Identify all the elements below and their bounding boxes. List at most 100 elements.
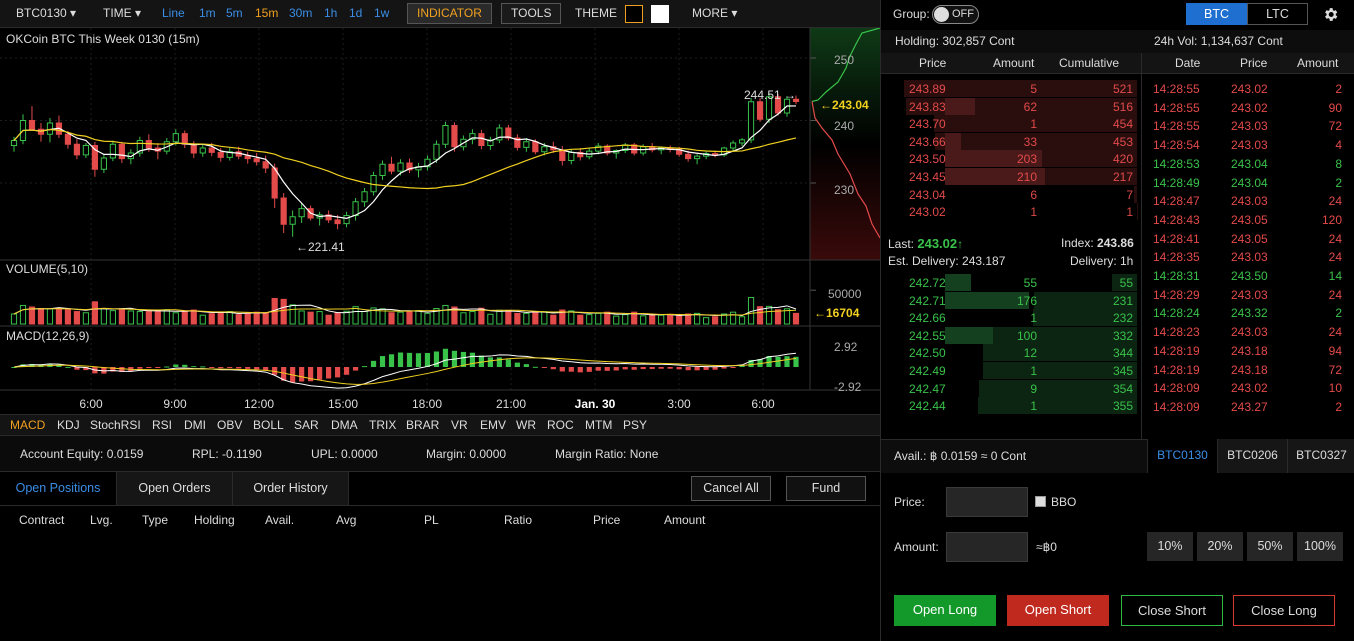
close-long-button[interactable]: Close Long (1233, 595, 1335, 626)
ask-row[interactable]: 243.50 203 420 (889, 150, 1137, 168)
indicator-stochrsi[interactable]: StochRSI (90, 418, 141, 432)
group-toggle[interactable]: OFF (932, 5, 979, 24)
volume-bar (64, 309, 72, 325)
coin-tab-ltc[interactable]: LTC (1247, 3, 1308, 25)
bbo-checkbox[interactable] (1035, 496, 1046, 507)
macd-histogram-bar (388, 354, 395, 367)
ask-row[interactable]: 243.89 5 521 (889, 80, 1137, 97)
theme-dark-swatch[interactable] (625, 5, 643, 23)
coin-tab-btc[interactable]: BTC (1186, 3, 1247, 25)
chart-title: OKCoin BTC This Week 0130 (15m) (6, 32, 200, 46)
price-input[interactable] (946, 487, 1028, 517)
book-cumulative: 454 (1112, 117, 1133, 132)
close-short-button[interactable]: Close Short (1121, 595, 1223, 626)
indicator-vr[interactable]: VR (451, 418, 468, 432)
book-cumulative: 521 (1112, 82, 1133, 96)
ask-row[interactable]: 243.70 1 454 (889, 115, 1137, 133)
tools-button[interactable]: TOOLS (501, 3, 562, 24)
contract-tab-btc0206[interactable]: BTC0206 (1217, 439, 1287, 473)
ask-row[interactable]: 243.45 210 217 (889, 168, 1137, 185)
indicator-wr[interactable]: WR (516, 418, 536, 432)
settings-gear-icon[interactable] (1322, 6, 1339, 23)
indicator-dma[interactable]: DMA (331, 418, 358, 432)
trade-row: 14:28:35 243.03 24 (1145, 248, 1354, 266)
book-col-amount: Amount (993, 56, 1035, 70)
macd-histogram-bar (487, 357, 493, 367)
bid-row[interactable]: 242.71 176 231 (889, 291, 1137, 309)
timeframe-30m[interactable]: 30m (289, 6, 312, 20)
fund-button[interactable]: Fund (786, 476, 866, 501)
timeframe-1d[interactable]: 1d (349, 6, 362, 20)
indicator-sar[interactable]: SAR (294, 418, 319, 432)
macd-histogram-bar (496, 357, 502, 367)
indicator-boll[interactable]: BOLL (253, 418, 284, 432)
timeframe-5m[interactable]: 5m (226, 6, 243, 20)
indicator-macd[interactable]: MACD (10, 418, 45, 432)
indicator-psy[interactable]: PSY (623, 418, 647, 432)
percent-100-button[interactable]: 100% (1297, 532, 1343, 561)
price-chart[interactable]: OKCoin BTC This Week 0130 (15m) 250 240 … (0, 28, 880, 414)
macd-histogram-bar (613, 367, 619, 371)
indicator-button[interactable]: INDICATOR (407, 3, 492, 24)
chart-canvas[interactable]: OKCoin BTC This Week 0130 (15m) 250 240 … (0, 28, 880, 414)
indicator-rsi[interactable]: RSI (152, 418, 172, 432)
bid-row[interactable]: 242.50 12 344 (889, 344, 1137, 362)
candle-body (199, 147, 206, 154)
avail-balance: Avail.: ฿ 0.0159 ≈ 0 Cont (894, 449, 1027, 463)
bid-row[interactable]: 242.55 100 332 (889, 326, 1137, 344)
tab-order-history[interactable]: Order History (233, 472, 349, 505)
indicator-brar[interactable]: BRAR (406, 418, 439, 432)
open-short-button[interactable]: Open Short (1007, 595, 1109, 626)
timeframe-1h[interactable]: 1h (324, 6, 337, 20)
indicator-roc[interactable]: ROC (547, 418, 574, 432)
open-long-button[interactable]: Open Long (894, 595, 996, 626)
timeframe-1m[interactable]: 1m (199, 6, 216, 20)
percent-50-button[interactable]: 50% (1247, 532, 1293, 561)
bid-row[interactable]: 242.66 1 232 (889, 309, 1137, 327)
ask-row[interactable]: 243.66 33 453 (889, 132, 1137, 150)
trade-price: 243.02 (1231, 82, 1268, 96)
trade-amount: 24 (1328, 287, 1342, 302)
time-dropdown[interactable]: TIME ▾ (103, 6, 141, 20)
timeframe-line[interactable]: Line (162, 6, 185, 20)
percent-20-button[interactable]: 20% (1197, 532, 1243, 561)
bbo-label: BBO (1051, 495, 1077, 509)
col-ratio: Ratio (504, 513, 533, 527)
trade-price: 243.03 (1231, 194, 1268, 209)
book-cumulative: 345 (1112, 364, 1133, 378)
indicator-kdj[interactable]: KDJ (57, 418, 80, 432)
amount-input[interactable] (946, 532, 1028, 562)
ask-row[interactable]: 243.04 6 7 (889, 185, 1137, 203)
percent-10-button[interactable]: 10% (1147, 532, 1193, 561)
indicator-obv[interactable]: OBV (217, 418, 242, 432)
volume-bar (253, 311, 260, 325)
contract-tab-btc0130[interactable]: BTC0130 (1147, 439, 1217, 473)
bid-row[interactable]: 242.44 1 355 (889, 397, 1137, 415)
ask-row[interactable]: 243.83 62 516 (889, 97, 1137, 115)
volume-bar (154, 310, 161, 325)
theme-light-swatch[interactable] (651, 5, 669, 23)
ask-row[interactable]: 243.02 1 1 (889, 203, 1137, 221)
col-avail: Avail. (265, 513, 295, 527)
macd-histogram-bar (209, 367, 215, 368)
indicator-emv[interactable]: EMV (480, 418, 506, 432)
indicator-trix[interactable]: TRIX (369, 418, 396, 432)
account-summary: Account Equity: 0.0159 RPL: -0.1190 UPL:… (0, 436, 880, 472)
bid-row[interactable]: 242.72 55 55 (889, 274, 1137, 291)
symbol-selector[interactable]: BTC0130 ▾ (16, 6, 76, 20)
candle-body (532, 141, 539, 153)
tab-open-orders[interactable]: Open Orders (117, 472, 233, 505)
bid-row[interactable]: 242.49 1 345 (889, 362, 1137, 379)
bid-row[interactable]: 242.47 9 354 (889, 379, 1137, 397)
trade-col-amount: Amount (1297, 56, 1339, 70)
cancel-all-button[interactable]: Cancel All (691, 476, 771, 501)
contract-tab-btc0327[interactable]: BTC0327 (1287, 439, 1354, 473)
indicator-dmi[interactable]: DMI (184, 418, 206, 432)
more-dropdown[interactable]: MORE ▾ (692, 6, 737, 20)
tab-open-positions[interactable]: Open Positions (0, 472, 117, 505)
timeframe-15m[interactable]: 15m (255, 6, 278, 20)
volume-bar (415, 310, 422, 325)
timeframe-1w[interactable]: 1w (374, 6, 389, 20)
indicator-mtm[interactable]: MTM (585, 418, 612, 432)
trade-row: 14:28:47 243.03 24 (1145, 192, 1354, 210)
